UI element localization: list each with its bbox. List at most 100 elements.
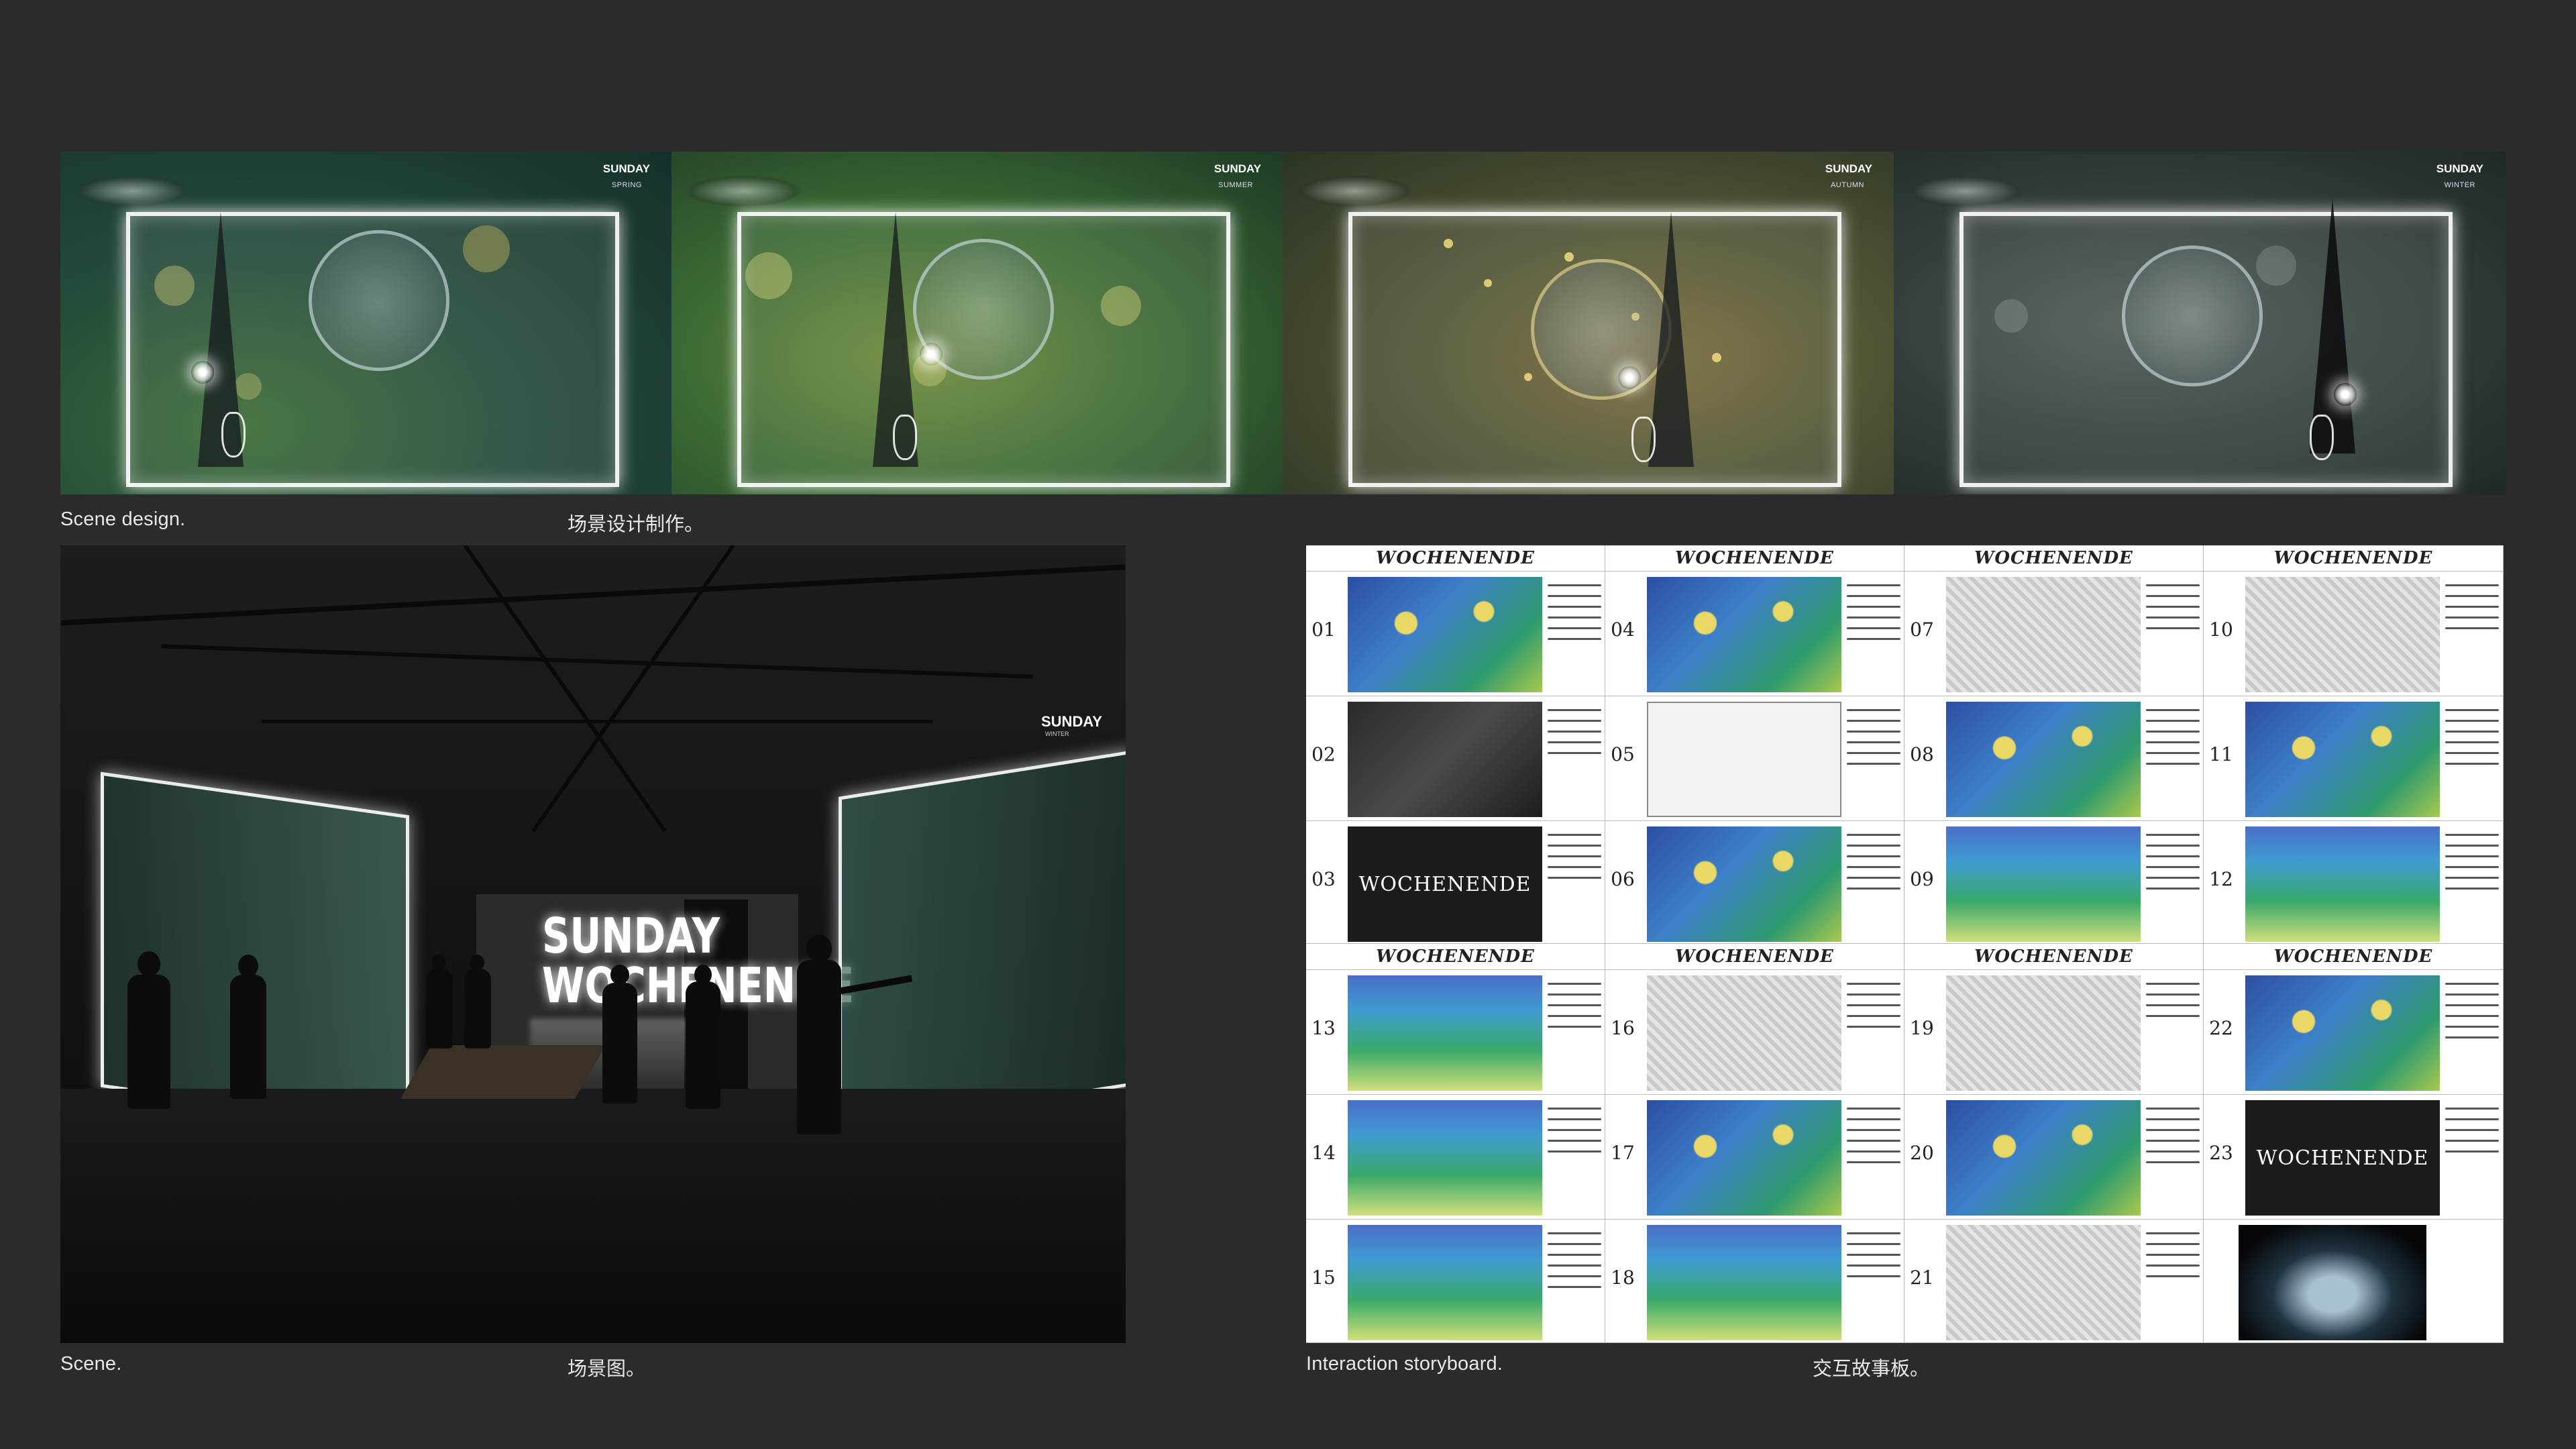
frame-number: 14: [1311, 1142, 1336, 1164]
title-card: WOCHENENDE: [2256, 1146, 2429, 1170]
logo-icon: [75, 176, 189, 207]
sketch-frame: [2245, 577, 2440, 692]
bench: [400, 1045, 606, 1099]
scene-photo: SUNDAY WOCHENENDE SUNDAY WINTER: [60, 545, 1126, 1343]
season-panel-winter: SUNDAY WINTER: [1894, 152, 2506, 494]
storyboard-header: WOCHENENDE: [1376, 947, 1535, 967]
sketch-frame: [2245, 975, 2440, 1091]
frame-number: 15: [1311, 1267, 1336, 1289]
caption-storyboard: Interaction storyboard.: [1306, 1353, 1503, 1375]
storyboard-quad: WOCHENENDE 04 05 06: [1605, 545, 1904, 944]
sketch-frame: WOCHENENDE: [2245, 1100, 2440, 1216]
storyboard-header: WOCHENENDE: [2273, 548, 2433, 568]
sign-line-1: SUNDAY: [542, 908, 720, 964]
frame-number: 11: [2209, 743, 2233, 765]
season-title: SUNDAY: [1214, 162, 1261, 175]
interaction-storyboard: WOCHENENDE 01 02 03 WOCHENENDE WOCHENENDE…: [1306, 545, 2504, 1343]
frame-number: 19: [1910, 1017, 1934, 1039]
sketch-frame: [1647, 702, 1841, 817]
visitor-silhouette: [686, 981, 720, 1109]
visitor-silhouette: [797, 960, 841, 1134]
frame-number: 20: [1910, 1142, 1934, 1164]
season-subtitle: WINTER: [2444, 181, 2475, 189]
season-panel-summer: SUNDAY SUMMER: [672, 152, 1284, 494]
sketch-frame: [2245, 702, 2440, 817]
storyboard-quad: WOCHENENDE 07 08 09: [1904, 545, 2204, 944]
frame-number: 06: [1611, 868, 1635, 890]
sketch-frame: [1946, 577, 2141, 692]
bunny-figure: [2310, 415, 2334, 460]
storyboard-quad: WOCHENENDE 10 11 12: [2204, 545, 2504, 944]
glow-orb: [1618, 366, 1641, 389]
storyboard-quad: WOCHENENDE 13 14 15: [1306, 944, 1605, 1343]
frame-number: 17: [1611, 1142, 1635, 1164]
sketch-frame: [1348, 975, 1542, 1091]
sketch-frame: [1647, 577, 1841, 692]
season-title: SUNDAY: [1825, 162, 1872, 175]
logo-icon: [686, 176, 800, 207]
frame-number: 23: [2209, 1142, 2233, 1164]
final-frame-photo: [2239, 1225, 2426, 1340]
caption-storyboard-cn: 交互故事板。: [1813, 1357, 1930, 1380]
visitor-silhouette: [464, 968, 491, 1049]
storyboard-header: WOCHENENDE: [1675, 548, 1834, 568]
storyboard-quad: WOCHENENDE 16 17 18: [1605, 944, 1904, 1343]
visitor-silhouette: [127, 975, 170, 1109]
logo-icon: [1909, 176, 2023, 207]
sketch-frame: [1647, 826, 1841, 942]
floor: [60, 1089, 1126, 1343]
frame-number: 01: [1311, 619, 1336, 641]
bunny-figure: [1631, 417, 1656, 462]
logo-icon: [1297, 176, 1411, 207]
sketch-frame: [1946, 1225, 2141, 1340]
frame-number: 12: [2209, 868, 2233, 890]
caption-scene: Scene.: [60, 1353, 122, 1375]
caption-scene-design-cn: 场景设计制作。: [568, 513, 704, 535]
moon-circle: [2122, 246, 2263, 386]
frame-number: 08: [1910, 743, 1934, 765]
glow-orb: [2334, 383, 2357, 406]
sketch-frame: [1946, 702, 2141, 817]
storyboard-quad: WOCHENENDE 19 20 21: [1904, 944, 2204, 1343]
storyboard-header: WOCHENENDE: [2273, 947, 2433, 967]
season-title: SUNDAY: [2436, 162, 2483, 175]
bunny-figure: [221, 412, 246, 458]
frame-number: 10: [2209, 619, 2233, 641]
frame-number: 13: [1311, 1017, 1336, 1039]
season-subtitle: SUMMER: [1218, 181, 1253, 189]
sketch-frame: [1946, 826, 2141, 942]
storyboard-quad: WOCHENENDE 22 23 WOCHENENDE: [2204, 944, 2504, 1343]
caption-scene-design: Scene design.: [60, 508, 186, 530]
frame-number: 22: [2209, 1017, 2233, 1039]
sketch-frame: WOCHENENDE: [1348, 826, 1542, 942]
sketch-frame: [1348, 1100, 1542, 1216]
season-panel-autumn: SUNDAY AUTUMN: [1283, 152, 1895, 494]
right-projection-wall: [839, 750, 1126, 1132]
storyboard-header: WOCHENENDE: [1974, 548, 2133, 568]
storyboard-quad: WOCHENENDE 01 02 03 WOCHENENDE: [1306, 545, 1605, 944]
sketch-frame: [2245, 826, 2440, 942]
title-card: WOCHENENDE: [1358, 872, 1532, 896]
storyboard-header: WOCHENENDE: [1376, 548, 1535, 568]
frame-number: 02: [1311, 743, 1336, 765]
visitor-silhouette: [602, 983, 637, 1104]
storyboard-header: WOCHENENDE: [1675, 947, 1834, 967]
frame-number: 16: [1611, 1017, 1635, 1039]
sketch-frame: [1647, 975, 1841, 1091]
frame-number: 05: [1611, 743, 1635, 765]
wall-title: SUNDAY: [1041, 713, 1102, 730]
caption-scene-cn: 场景图。: [568, 1357, 646, 1380]
sketch-frame: [1348, 577, 1542, 692]
glow-orb: [191, 361, 214, 384]
sketch-frame: [1946, 975, 2141, 1091]
frame-number: 21: [1910, 1267, 1934, 1289]
frame-number: 03: [1311, 868, 1336, 890]
sketch-frame: [1348, 702, 1542, 817]
sketch-frame: [1946, 1100, 2141, 1216]
frame-number: 18: [1611, 1267, 1635, 1289]
frame-number: 09: [1910, 868, 1934, 890]
bunny-figure: [893, 415, 917, 460]
sketch-frame: [1647, 1225, 1841, 1340]
storyboard-header: WOCHENENDE: [1974, 947, 2133, 967]
visitor-silhouette: [230, 975, 266, 1099]
